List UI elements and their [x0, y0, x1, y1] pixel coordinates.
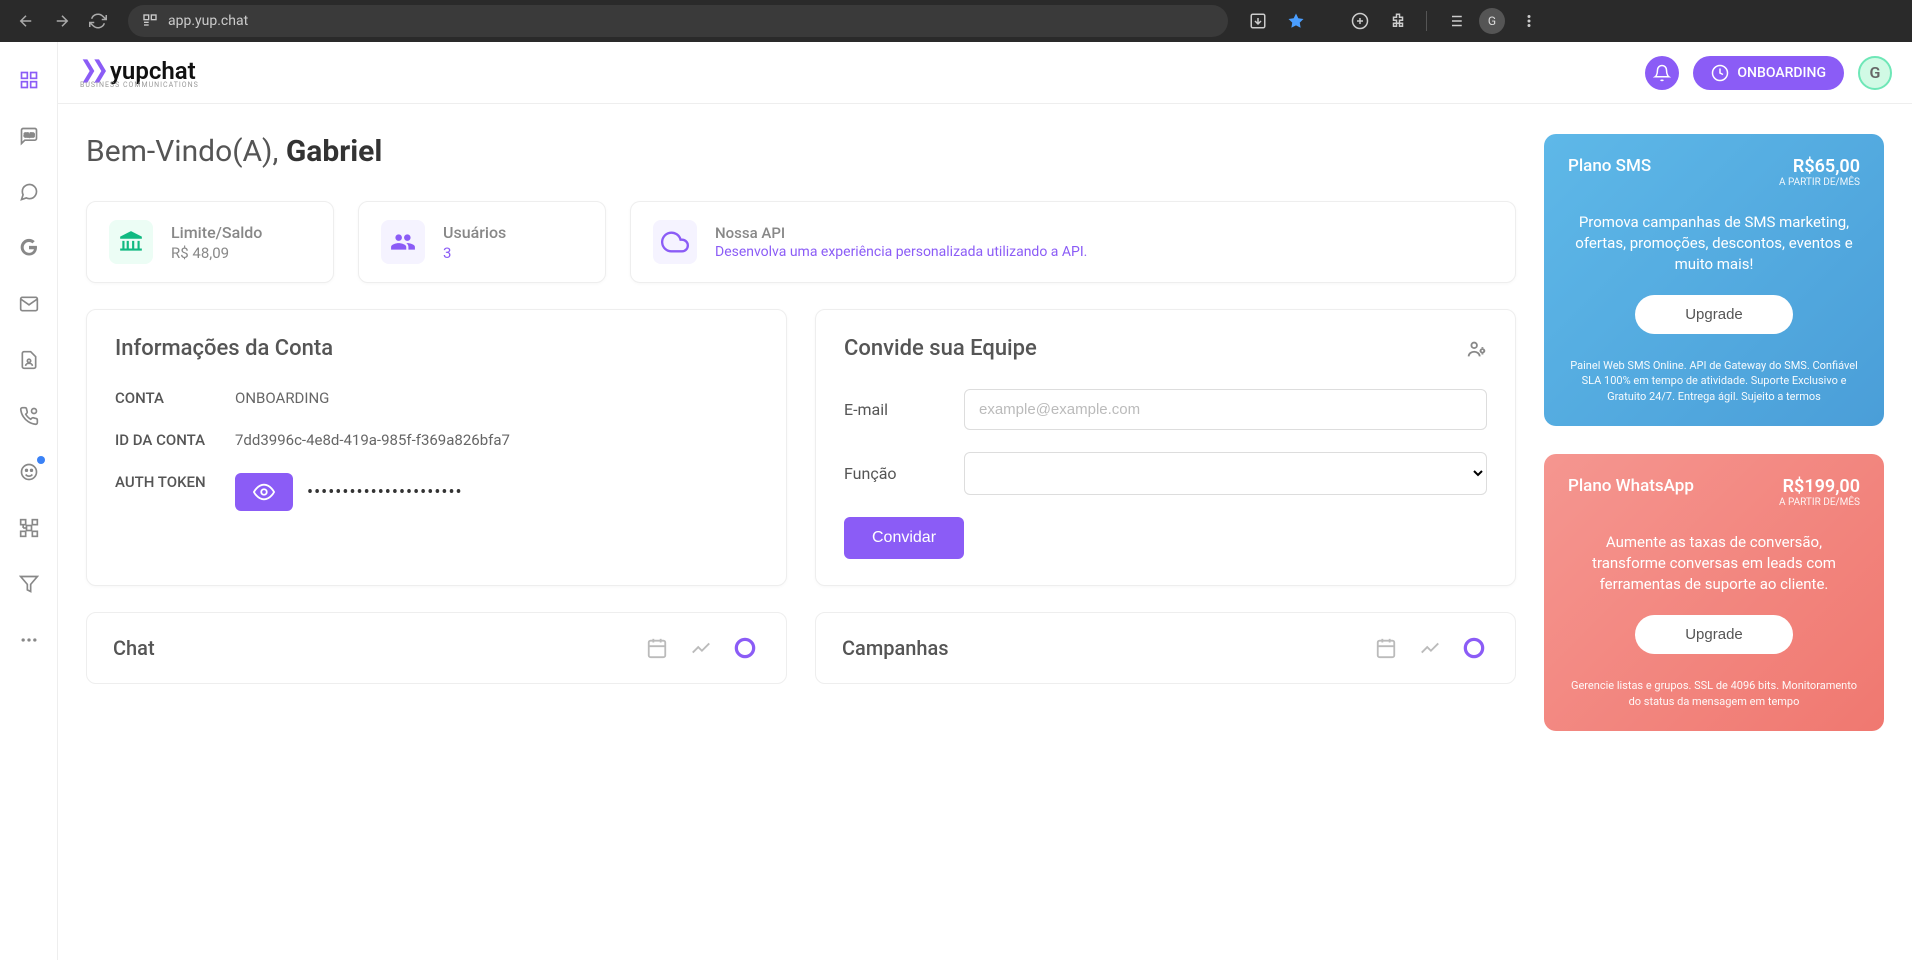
url-text: app.yup.chat — [168, 13, 248, 29]
onboarding-label: ONBOARDING — [1737, 65, 1826, 81]
sidebar-google[interactable] — [15, 234, 43, 262]
invite-title: Convide sua Equipe — [844, 336, 1037, 361]
install-app-icon[interactable] — [1244, 7, 1272, 35]
welcome-heading: Bem-Vindo(A), Gabriel — [86, 134, 1516, 169]
sidebar-integrations[interactable] — [15, 514, 43, 542]
notification-dot — [37, 456, 45, 464]
account-id-value: 7dd3996c-4e8d-419a-985f-f369a826bfa7 — [235, 431, 758, 449]
upgrade-sms-button[interactable]: Upgrade — [1635, 295, 1793, 334]
chat-title: Chat — [113, 636, 155, 660]
calendar-icon[interactable] — [1371, 633, 1401, 663]
users-icon — [381, 220, 425, 264]
token-masked: •••••••••••••••••••••• — [307, 482, 463, 503]
api-title: Nossa API — [715, 224, 1087, 242]
onboarding-button[interactable]: ONBOARDING — [1693, 56, 1844, 90]
promo-sms-name: Plano SMS — [1568, 156, 1651, 176]
sidebar: SMS — [0, 42, 58, 960]
role-label: Função — [844, 464, 944, 483]
donut-chart-icon[interactable] — [730, 633, 760, 663]
gauge-icon — [1711, 64, 1729, 82]
upgrade-wa-button[interactable]: Upgrade — [1635, 615, 1793, 654]
sidebar-whatsapp[interactable] — [15, 178, 43, 206]
promo-sms-price-sub: A PARTIR DE/MÊS — [1779, 177, 1860, 188]
reveal-token-button[interactable] — [235, 473, 293, 511]
topbar: yupchat BUSINESS COMMUNICATIONS ONBOARDI… — [58, 42, 1912, 104]
promo-sms-desc: Promova campanhas de SMS marketing, ofer… — [1568, 212, 1860, 275]
sidebar-email[interactable] — [15, 290, 43, 318]
bank-icon — [109, 220, 153, 264]
sidebar-chatbot[interactable] — [15, 458, 43, 486]
email-field[interactable] — [964, 389, 1487, 430]
account-info-title: Informações da Conta — [115, 336, 758, 361]
browser-back-button[interactable] — [12, 7, 40, 35]
browser-profile[interactable]: G — [1479, 8, 1505, 34]
auth-token-label: AUTH TOKEN — [115, 473, 235, 491]
chat-panel: Chat — [86, 612, 787, 684]
sidebar-contacts[interactable] — [15, 346, 43, 374]
campaigns-panel: Campanhas — [815, 612, 1516, 684]
invite-panel: Convide sua Equipe E-mail Função — [815, 309, 1516, 586]
api-desc: Desenvolva uma experiência personalizada… — [715, 244, 1087, 260]
sidebar-more[interactable] — [15, 626, 43, 654]
balance-label: Limite/Saldo — [171, 223, 262, 242]
promo-wa-price-sub: A PARTIR DE/MÊS — [1779, 497, 1860, 508]
line-chart-icon[interactable] — [686, 633, 716, 663]
line-chart-icon[interactable] — [1415, 633, 1445, 663]
account-value: ONBOARDING — [235, 389, 758, 407]
user-avatar[interactable]: G — [1858, 56, 1892, 90]
browser-address-bar[interactable]: app.yup.chat — [128, 5, 1228, 37]
browser-forward-button[interactable] — [48, 7, 76, 35]
sidebar-calls[interactable] — [15, 402, 43, 430]
promo-whatsapp-card: Plano WhatsApp R$199,00 A PARTIR DE/MÊS … — [1544, 454, 1884, 731]
sidebar-sms[interactable]: SMS — [15, 122, 43, 150]
users-label: Usuários — [443, 223, 506, 242]
api-card[interactable]: Nossa API Desenvolva uma experiência per… — [630, 201, 1516, 283]
sidebar-dashboard[interactable] — [15, 66, 43, 94]
donut-chart-icon[interactable] — [1459, 633, 1489, 663]
site-settings-icon — [142, 13, 158, 29]
promo-sms-price: R$65,00 — [1779, 156, 1860, 177]
account-info-panel: Informações da Conta CONTA ONBOARDING ID… — [86, 309, 787, 586]
campaigns-title: Campanhas — [842, 636, 949, 660]
promo-sms-fine: Painel Web SMS Online. API de Gateway do… — [1568, 358, 1860, 404]
promo-sms-card: Plano SMS R$65,00 A PARTIR DE/MÊS Promov… — [1544, 134, 1884, 426]
cloud-icon — [653, 220, 697, 264]
team-settings-icon[interactable] — [1465, 338, 1487, 360]
users-value: 3 — [443, 244, 506, 262]
calendar-icon[interactable] — [642, 633, 672, 663]
balance-value: R$ 48,09 — [171, 244, 262, 262]
role-select[interactable] — [964, 452, 1487, 495]
notifications-button[interactable] — [1645, 56, 1679, 90]
email-label: E-mail — [844, 400, 944, 419]
svg-text:SMS: SMS — [24, 133, 34, 139]
media-icon[interactable] — [1441, 7, 1469, 35]
users-card[interactable]: Usuários 3 — [358, 201, 606, 283]
browser-chrome: app.yup.chat G — [0, 0, 1912, 42]
new-tab-icon[interactable] — [1346, 7, 1374, 35]
extensions-icon[interactable] — [1384, 7, 1412, 35]
promo-wa-price: R$199,00 — [1779, 476, 1860, 497]
account-label: CONTA — [115, 389, 235, 407]
balance-card[interactable]: Limite/Saldo R$ 48,09 — [86, 201, 334, 283]
brand-subtitle: BUSINESS COMMUNICATIONS — [80, 81, 199, 89]
star-icon[interactable] — [1282, 7, 1310, 35]
sidebar-filter[interactable] — [15, 570, 43, 598]
promo-wa-desc: Aumente as taxas de conversão, transform… — [1568, 532, 1860, 595]
eye-icon — [253, 481, 275, 503]
browser-refresh-button[interactable] — [84, 7, 112, 35]
browser-menu-icon[interactable] — [1515, 7, 1543, 35]
account-id-label: ID DA CONTA — [115, 431, 235, 449]
invite-button[interactable]: Convidar — [844, 517, 964, 559]
promo-wa-name: Plano WhatsApp — [1568, 476, 1694, 496]
promo-wa-fine: Gerencie listas e grupos. SSL de 4096 bi… — [1568, 678, 1860, 709]
